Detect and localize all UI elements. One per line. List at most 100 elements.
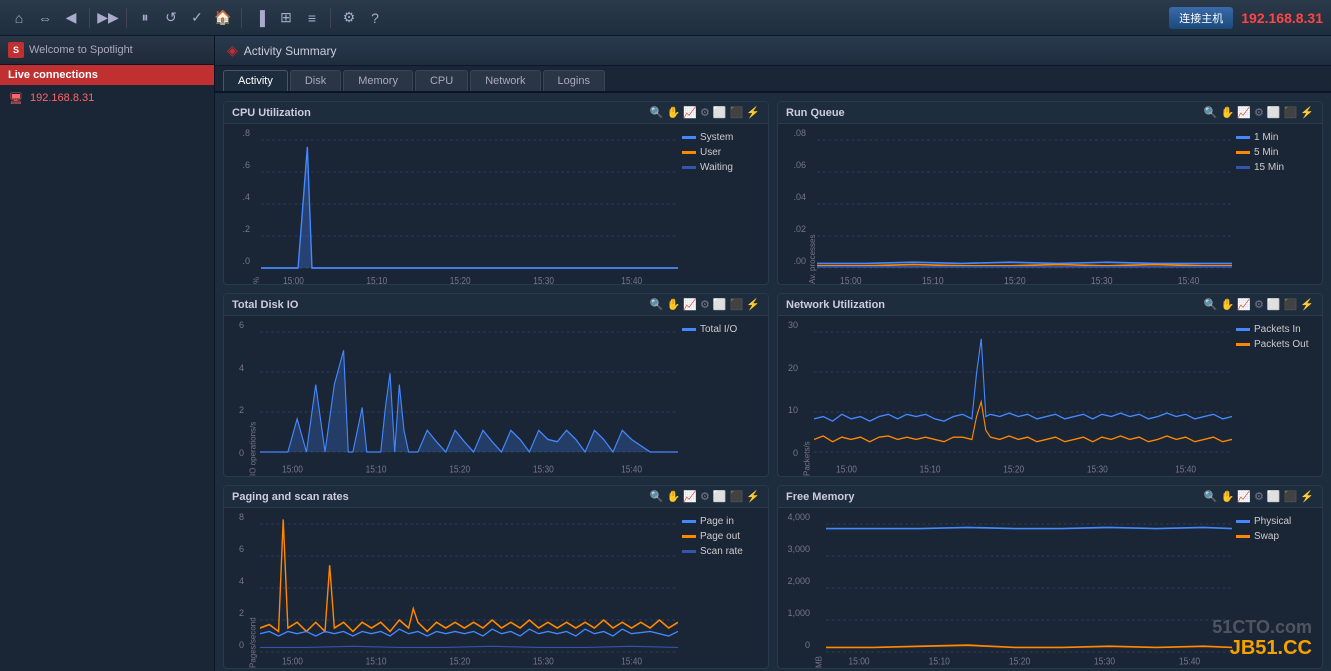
tab-cpu[interactable]: CPU	[415, 70, 468, 91]
tab-network[interactable]: Network	[470, 70, 540, 91]
more3-icon[interactable]: ⚡	[746, 298, 760, 311]
network-util-ylabel: Packets/s	[800, 316, 814, 476]
hand2-icon[interactable]: ✋	[1221, 106, 1235, 119]
svg-text:15:00: 15:00	[836, 464, 857, 475]
hand5-icon[interactable]: ✋	[667, 490, 681, 503]
check-icon[interactable]: ✓	[186, 7, 208, 29]
expand6-icon[interactable]: ⬜	[1267, 490, 1281, 503]
network-util-controls: 🔍 ✋ 📈 ⚙ ⬜ ⬛ ⚡	[1204, 298, 1314, 311]
svg-text:15:30: 15:30	[1091, 275, 1113, 284]
svg-text:15:30: 15:30	[1087, 464, 1108, 475]
filter3-icon[interactable]: ⚙	[700, 298, 710, 311]
network-util-body: 30 20 10 0 Packets/s	[778, 316, 1322, 476]
more4-icon[interactable]: ⚡	[1300, 298, 1314, 311]
zoom4-icon[interactable]: 🔍	[1204, 298, 1218, 311]
hand6-icon[interactable]: ✋	[1221, 490, 1235, 503]
clone-icon[interactable]: ⬛	[730, 106, 744, 119]
cpu-util-ylabel: %	[252, 124, 261, 284]
expand2-icon[interactable]: ⬜	[1267, 106, 1281, 119]
filter2-icon[interactable]: ⚙	[1254, 106, 1264, 119]
zoom6-icon[interactable]: 🔍	[1204, 490, 1218, 503]
legend-15min: 15 Min	[1236, 162, 1318, 173]
cpu-util-body: .8 .6 .4 .2 .0 %	[224, 124, 768, 284]
list-icon[interactable]: ≡	[301, 7, 323, 29]
line2-icon[interactable]: 📈	[1237, 106, 1251, 119]
legend-system-label: System	[700, 132, 733, 143]
house-icon[interactable]: 🏠	[212, 7, 234, 29]
sidebar-server-item[interactable]: 🖥 192.168.8.31	[0, 85, 214, 111]
hand3-icon[interactable]: ✋	[667, 298, 681, 311]
filter4-icon[interactable]: ⚙	[1254, 298, 1264, 311]
disk-io-legend: Total I/O	[678, 316, 768, 476]
clone3-icon[interactable]: ⬛	[730, 298, 744, 311]
run-queue-title: Run Queue	[786, 107, 845, 119]
bar-chart-icon[interactable]: ▐	[249, 7, 271, 29]
legend-scan-rate-color	[682, 550, 696, 553]
zoom3-icon[interactable]: 🔍	[650, 298, 664, 311]
filter6-icon[interactable]: ⚙	[1254, 490, 1264, 503]
toolbar-right: 连接主机 192.168.8.31	[1169, 7, 1323, 29]
clone2-icon[interactable]: ⬛	[1284, 106, 1298, 119]
tab-memory[interactable]: Memory	[343, 70, 413, 91]
grid-icon[interactable]: ⊞	[275, 7, 297, 29]
clone6-icon[interactable]: ⬛	[1284, 490, 1298, 503]
zoom2-icon[interactable]: 🔍	[1204, 106, 1218, 119]
refresh-icon[interactable]: ↺	[160, 7, 182, 29]
filter5-icon[interactable]: ⚙	[700, 490, 710, 503]
clone5-icon[interactable]: ⬛	[730, 490, 744, 503]
nav-icon[interactable]: ⇔	[34, 7, 56, 29]
line4-icon[interactable]: 📈	[1237, 298, 1251, 311]
sep2	[126, 8, 127, 28]
disk-io-header: Total Disk IO 🔍 ✋ 📈 ⚙ ⬜ ⬛ ⚡	[224, 294, 768, 316]
svg-text:15:20: 15:20	[450, 275, 471, 284]
expand-icon[interactable]: ⬜	[713, 106, 727, 119]
tab-disk[interactable]: Disk	[290, 70, 341, 91]
tab-logins[interactable]: Logins	[543, 70, 605, 91]
back-icon[interactable]: ◀	[60, 7, 82, 29]
connect-button[interactable]: 连接主机	[1169, 7, 1233, 29]
legend-page-out-color	[682, 535, 696, 538]
expand4-icon[interactable]: ⬜	[1267, 298, 1281, 311]
more5-icon[interactable]: ⚡	[746, 490, 760, 503]
sidebar-server-ip: 192.168.8.31	[30, 92, 94, 104]
activity-header-title: Activity Summary	[244, 44, 337, 58]
free-memory-svg: 15:00 15:10 15:20 15:30 15:40	[826, 508, 1232, 668]
hand4-icon[interactable]: ✋	[1221, 298, 1235, 311]
free-memory-yaxis: 4,000 3,000 2,000 1,000 0	[778, 508, 812, 668]
line3-icon[interactable]: 📈	[683, 298, 697, 311]
more6-icon[interactable]: ⚡	[1300, 490, 1314, 503]
fm-y1: 0	[805, 640, 810, 650]
zoom5-icon[interactable]: 🔍	[650, 490, 664, 503]
content-area: ◈ Activity Summary Activity Disk Memory …	[215, 36, 1331, 671]
tab-activity[interactable]: Activity	[223, 70, 288, 91]
line-icon[interactable]: 📈	[683, 106, 697, 119]
free-memory-title: Free Memory	[786, 491, 854, 503]
zoom-icon[interactable]: 🔍	[650, 106, 664, 119]
svg-text:15:40: 15:40	[1175, 464, 1196, 475]
legend-physical-label: Physical	[1254, 516, 1291, 527]
forward-icon[interactable]: ▶▶	[97, 7, 119, 29]
sidebar-section-live: Live connections	[0, 65, 214, 85]
legend-waiting-label: Waiting	[700, 162, 733, 173]
more-icon[interactable]: ⚡	[746, 106, 760, 119]
legend-15min-color	[1236, 166, 1250, 169]
more2-icon[interactable]: ⚡	[1300, 106, 1314, 119]
paging-controls: 🔍 ✋ 📈 ⚙ ⬜ ⬛ ⚡	[650, 490, 760, 503]
legend-page-in-color	[682, 520, 696, 523]
expand3-icon[interactable]: ⬜	[713, 298, 727, 311]
filter-icon[interactable]: ⚙	[700, 106, 710, 119]
home-icon[interactable]: ⌂	[8, 7, 30, 29]
hand-icon[interactable]: ✋	[667, 106, 681, 119]
pause-icon[interactable]: ⏸	[134, 7, 156, 29]
free-memory-area: 15:00 15:10 15:20 15:30 15:40	[826, 508, 1232, 668]
line6-icon[interactable]: 📈	[1237, 490, 1251, 503]
y1: .0	[242, 256, 250, 266]
line5-icon[interactable]: 📈	[683, 490, 697, 503]
clone4-icon[interactable]: ⬛	[1284, 298, 1298, 311]
help-icon[interactable]: ?	[364, 7, 386, 29]
cpu-util-controls: 🔍 ✋ 📈 ⚙ ⬜ ⬛ ⚡	[650, 106, 760, 119]
settings-icon[interactable]: ⚙	[338, 7, 360, 29]
svg-text:15:40: 15:40	[621, 464, 642, 475]
expand5-icon[interactable]: ⬜	[713, 490, 727, 503]
free-memory-controls: 🔍 ✋ 📈 ⚙ ⬜ ⬛ ⚡	[1204, 490, 1314, 503]
